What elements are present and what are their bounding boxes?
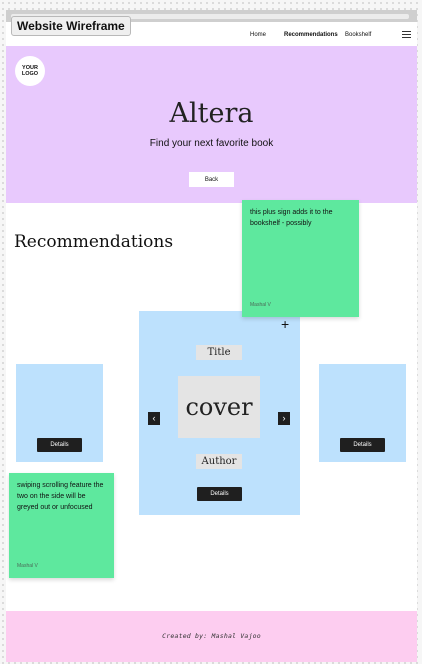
nav-home[interactable]: Home bbox=[250, 32, 266, 38]
site-title: Altera bbox=[169, 98, 254, 129]
details-button[interactable]: Details bbox=[197, 487, 242, 501]
sticky-note: swiping scrolling feature the two on the… bbox=[9, 473, 114, 578]
chevron-left-icon[interactable]: ‹ bbox=[148, 412, 160, 425]
chevron-right-icon[interactable]: › bbox=[278, 412, 290, 425]
book-cover: cover bbox=[178, 376, 260, 438]
hamburger-menu-icon[interactable] bbox=[402, 31, 411, 40]
wireframe-page: Home Recommendations Bookshelf YOUR LOGO… bbox=[6, 10, 417, 662]
frame-label: Website Wireframe bbox=[11, 16, 131, 36]
tagline: Find your next favorite book bbox=[149, 138, 274, 149]
book-card-main[interactable]: + Title cover ‹ › Author Details bbox=[139, 311, 300, 515]
book-title: Title bbox=[196, 345, 242, 360]
book-card-right[interactable]: Details bbox=[319, 364, 406, 462]
plus-icon[interactable]: + bbox=[281, 317, 289, 331]
sticky-note: this plus sign adds it to the bookshelf … bbox=[242, 200, 359, 317]
details-button[interactable]: Details bbox=[340, 438, 385, 452]
recommendations-heading: Recommendations bbox=[14, 232, 174, 252]
nav-bookshelf[interactable]: Bookshelf bbox=[345, 32, 371, 38]
logo: YOUR LOGO bbox=[15, 56, 45, 86]
book-author: Author bbox=[196, 454, 242, 469]
sticky-note-author: Mashal V bbox=[250, 302, 271, 308]
book-card-left[interactable]: Details bbox=[16, 364, 103, 462]
back-button[interactable]: Back bbox=[189, 172, 234, 187]
details-button[interactable]: Details bbox=[37, 438, 82, 452]
nav-recommendations[interactable]: Recommendations bbox=[284, 32, 338, 38]
footer: Created by: Mashal Vajoo bbox=[6, 611, 417, 662]
sticky-note-text: swiping scrolling feature the two on the… bbox=[17, 482, 104, 512]
sticky-note-text: this plus sign adds it to the bookshelf … bbox=[250, 209, 333, 228]
sticky-note-author: Mashal V bbox=[17, 563, 38, 569]
hero-section: YOUR LOGO Altera Find your next favorite… bbox=[6, 46, 417, 203]
footer-credit: Created by: Mashal Vajoo bbox=[162, 632, 261, 640]
